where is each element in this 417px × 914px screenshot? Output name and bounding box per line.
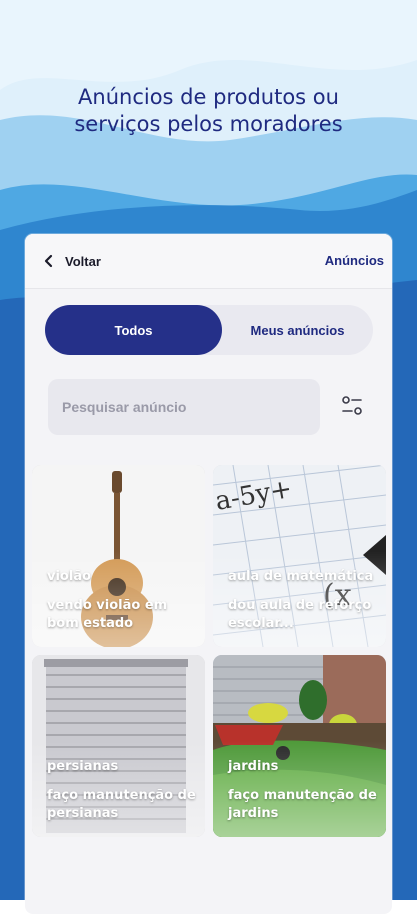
- ad-title: jardins: [228, 759, 279, 774]
- back-button[interactable]: Voltar: [43, 249, 101, 273]
- content-area: Todos Meus anúncios Pesquisar anúncio vi…: [25, 289, 392, 914]
- ad-description: vendo violão em bom estado: [47, 598, 168, 631]
- tab-my-ads[interactable]: Meus anúncios: [222, 305, 373, 355]
- ad-card[interactable]: jardins faço manutenção de jardins: [213, 655, 386, 837]
- headline: Anúncios de produtos ou serviços pelos m…: [0, 84, 417, 138]
- ad-description: faço manutenção de persianas: [47, 788, 196, 821]
- ad-title: aula de matemática: [228, 569, 374, 584]
- top-bar: Voltar Anúncios: [25, 234, 392, 289]
- ad-description: dou aula de reforço escolar...: [228, 598, 372, 631]
- ad-card[interactable]: a-5y+ (x aula de matemática dou aula de …: [213, 465, 386, 647]
- headline-line-2: serviços pelos moradores: [74, 112, 343, 136]
- page-title: Anúncios: [324, 253, 384, 268]
- chevron-left-icon: [44, 254, 53, 268]
- app-screen: Voltar Anúncios Todos Meus anúncios Pesq…: [25, 234, 392, 914]
- tab-all[interactable]: Todos: [45, 305, 222, 355]
- segmented-control: Todos Meus anúncios: [45, 305, 373, 355]
- ad-card[interactable]: violão vendo violão em bom estado: [32, 465, 205, 647]
- headline-line-1: Anúncios de produtos ou: [78, 85, 339, 109]
- search-input[interactable]: [48, 379, 320, 435]
- back-label: Voltar: [65, 253, 101, 269]
- ad-description: faço manutenção de jardins: [228, 788, 377, 821]
- ad-title: persianas: [47, 759, 119, 774]
- filter-icon[interactable]: [341, 394, 363, 418]
- ad-title: violão: [47, 569, 92, 584]
- ad-card[interactable]: persianas faço manutenção de persianas: [32, 655, 205, 837]
